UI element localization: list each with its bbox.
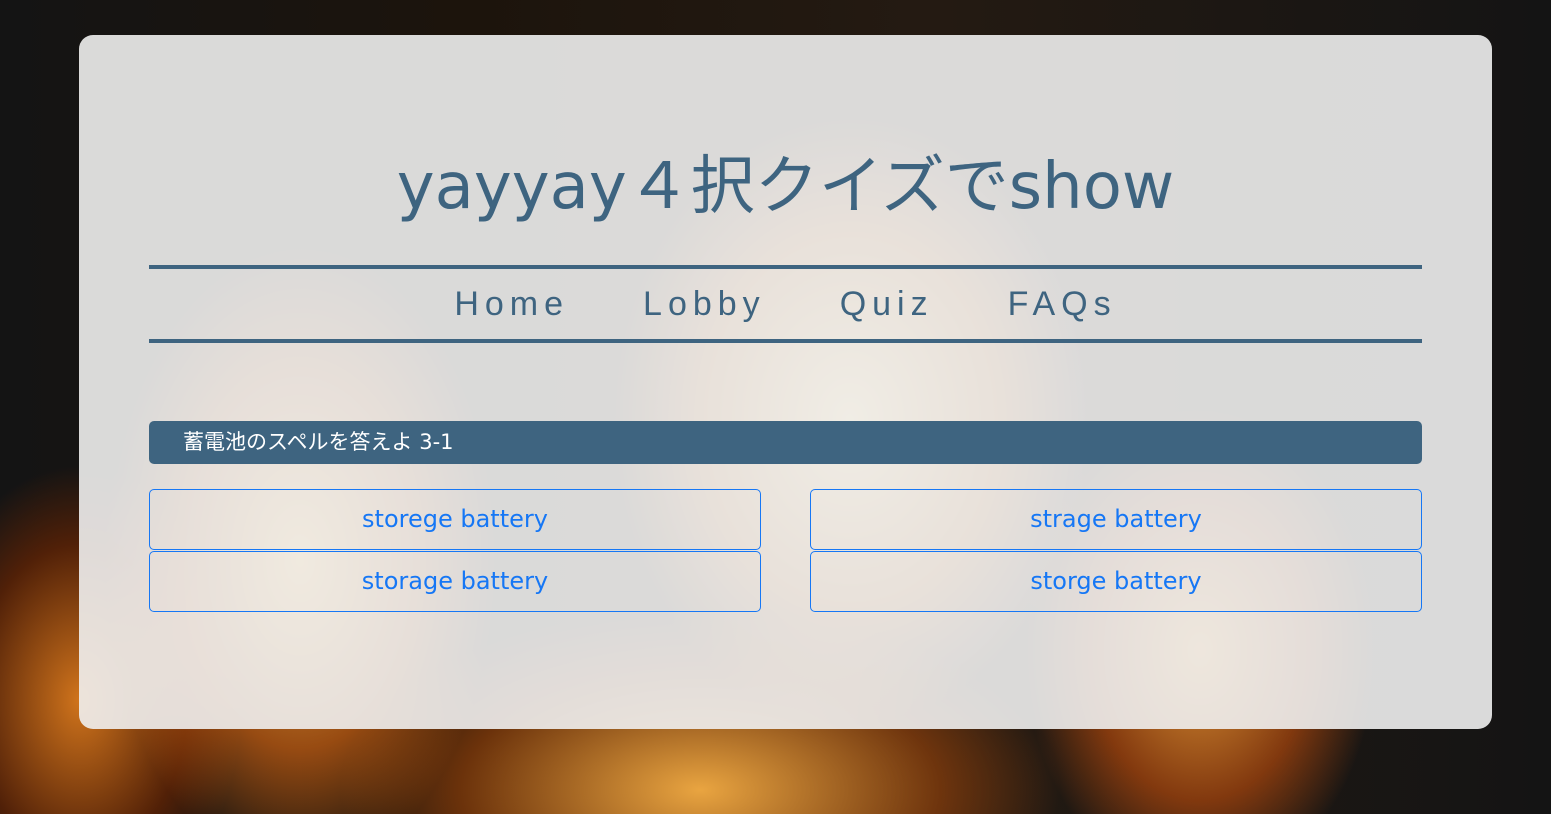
page-title: yayyay４択クイズでshow — [396, 150, 1175, 224]
answer-button-3[interactable]: storage battery — [149, 551, 761, 612]
answer-button-1[interactable]: storege battery — [149, 489, 761, 550]
main-card: yayyay４択クイズでshow Home Lobby Quiz FAQs 蓄電… — [79, 35, 1492, 729]
nav-home-link[interactable]: Home — [454, 285, 569, 324]
answer-button-2[interactable]: strage battery — [810, 489, 1422, 550]
nav-faqs-link[interactable]: FAQs — [1008, 285, 1117, 324]
answer-button-4[interactable]: storge battery — [810, 551, 1422, 612]
question-banner: 蓄電池のスペルを答えよ 3-1 — [149, 421, 1422, 464]
main-nav: Home Lobby Quiz FAQs — [149, 265, 1422, 343]
nav-lobby-link[interactable]: Lobby — [643, 285, 766, 324]
nav-quiz-link[interactable]: Quiz — [840, 285, 934, 324]
